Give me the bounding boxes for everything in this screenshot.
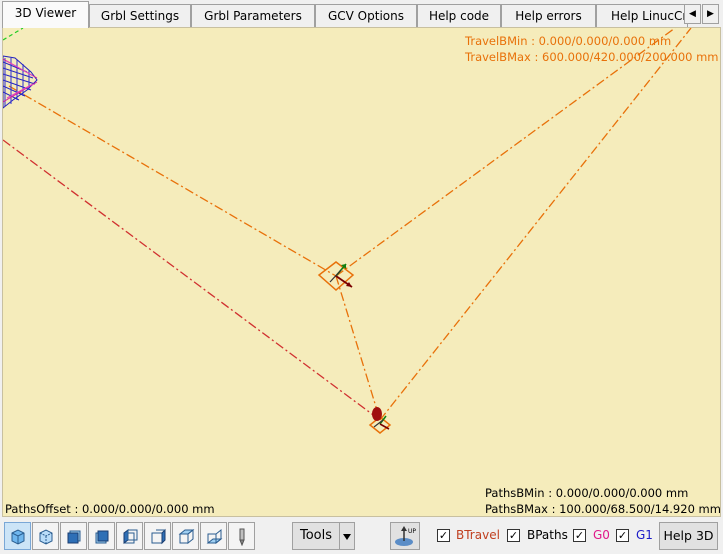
travel-box-edge <box>335 275 381 421</box>
tab-3d-viewer[interactable]: 3D Viewer <box>2 1 89 28</box>
btravel-label: BTravel <box>456 528 500 542</box>
tab-gcv-options[interactable]: GCV Options <box>315 4 417 28</box>
up-axis-icon: UP <box>395 526 416 546</box>
scene-canvas <box>3 28 692 434</box>
paths-offset-readout: PathsOffset : 0.000/0.000/0.000 mm <box>5 502 215 516</box>
g0-rapid-path <box>3 139 381 421</box>
bottom-view-button[interactable] <box>200 522 227 550</box>
tab-grbl-parameters[interactable]: Grbl Parameters <box>191 4 315 28</box>
tab-help-linuccr[interactable]: Help LinucCr <box>596 4 688 28</box>
tab-help-code[interactable]: Help code <box>417 4 501 28</box>
tools-button[interactable]: Tools <box>292 522 340 550</box>
g1-label: G1 <box>636 528 653 542</box>
tab-scroll-left-icon[interactable]: ◀ <box>684 4 701 24</box>
tool-tip-icon <box>372 407 382 421</box>
3d-viewport[interactable]: TravelBMin : 0.000/0.000/0.000 mm Travel… <box>2 27 721 517</box>
travel-box <box>8 28 692 421</box>
iso-view-button[interactable] <box>4 522 31 550</box>
left-view-icon <box>123 529 138 544</box>
travel-bmin-readout: TravelBMin : 0.000/0.000/0.000 mm <box>465 34 672 48</box>
tab-scroll-right-icon[interactable]: ▶ <box>702 4 719 24</box>
help-3d-button[interactable]: Help 3D <box>659 522 718 550</box>
viewer-toolbar: Tools UP ✓ BTravel ✓ BPaths ✓ G0 ✓ G1 He… <box>0 518 723 554</box>
toolpath-cluster <box>3 55 38 109</box>
right-view-icon <box>151 528 166 545</box>
tool-view-button[interactable] <box>228 522 255 550</box>
front-view-button[interactable] <box>60 522 87 550</box>
y-axis-hint-line <box>3 28 24 41</box>
origin-marker <box>317 261 355 292</box>
travel-box-edge <box>379 28 692 421</box>
travel-box-edge <box>335 28 676 277</box>
right-view-button[interactable] <box>144 522 171 550</box>
app-window: 3D Viewer Grbl Settings Grbl Parameters … <box>0 0 723 554</box>
tool-icon <box>239 528 245 546</box>
g0-checkbox[interactable]: ✓ <box>573 529 586 542</box>
paths-bmin-readout: PathsBMin : 0.000/0.000/0.000 mm <box>485 486 689 500</box>
g0-label: G0 <box>593 528 610 542</box>
iso-view-alt-icon <box>39 529 53 545</box>
front-view-icon <box>67 530 81 544</box>
left-view-button[interactable] <box>116 522 143 550</box>
back-view-button[interactable] <box>88 522 115 550</box>
btravel-checkbox[interactable]: ✓ <box>437 529 450 542</box>
tab-help-errors[interactable]: Help errors <box>501 4 596 28</box>
iso-view-alt-button[interactable] <box>32 522 59 550</box>
iso-view-icon <box>11 529 25 545</box>
bpaths-label: BPaths <box>527 528 568 542</box>
up-view-button[interactable]: UP <box>390 522 420 550</box>
tab-bar: 3D Viewer Grbl Settings Grbl Parameters … <box>0 0 723 28</box>
up-label: UP <box>408 528 416 535</box>
bpaths-checkbox[interactable]: ✓ <box>507 529 520 542</box>
top-view-icon <box>178 528 195 545</box>
tools-dropdown-arrow-icon[interactable] <box>339 522 355 550</box>
back-view-icon <box>95 530 109 544</box>
paths-bmax-readout: PathsBMax : 100.000/68.500/14.920 mm <box>485 502 721 516</box>
tab-grbl-settings[interactable]: Grbl Settings <box>89 4 191 28</box>
top-view-button[interactable] <box>172 522 199 550</box>
travel-bmax-readout: TravelBMax : 600.000/420.000/200.000 mm <box>465 50 719 64</box>
bottom-view-icon <box>206 528 223 545</box>
g1-checkbox[interactable]: ✓ <box>616 529 629 542</box>
